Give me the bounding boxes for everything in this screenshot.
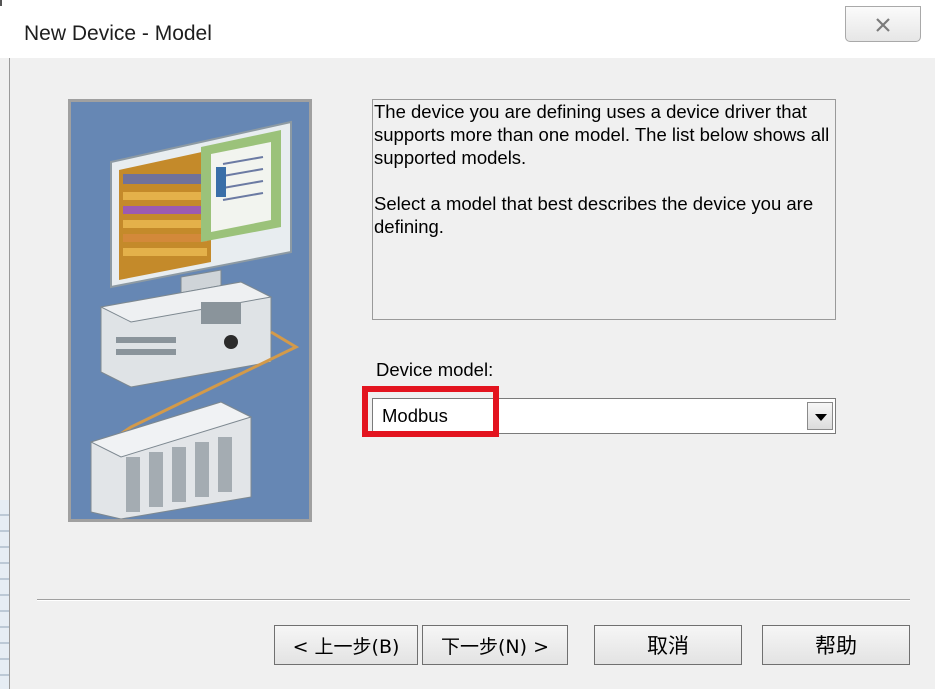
highlight-annotation	[362, 386, 499, 437]
description-paragraph-2: Select a model that best describes the d…	[374, 193, 814, 237]
next-button[interactable]: 下一步(N) >	[422, 625, 568, 665]
window-title: New Device - Model	[24, 22, 212, 45]
help-button[interactable]: 帮助	[762, 625, 910, 665]
dialog-body: The device you are defining uses a devic…	[9, 58, 935, 689]
title-edge-mark	[0, 0, 2, 6]
device-model-label: Device model:	[376, 359, 494, 380]
close-icon	[846, 11, 920, 38]
cancel-button[interactable]: 取消	[594, 625, 742, 665]
description-box: The device you are defining uses a devic…	[372, 99, 836, 320]
back-button[interactable]: < 上一步(B)	[274, 625, 418, 665]
description-paragraph-1: The device you are defining uses a devic…	[374, 101, 830, 168]
close-button[interactable]	[845, 6, 921, 42]
background-window-edge	[0, 500, 9, 689]
dropdown-button[interactable]	[807, 402, 833, 430]
divider	[37, 599, 910, 601]
wizard-illustration	[68, 99, 312, 522]
chevron-down-icon	[815, 414, 827, 421]
title-bar: New Device - Model	[0, 0, 935, 58]
